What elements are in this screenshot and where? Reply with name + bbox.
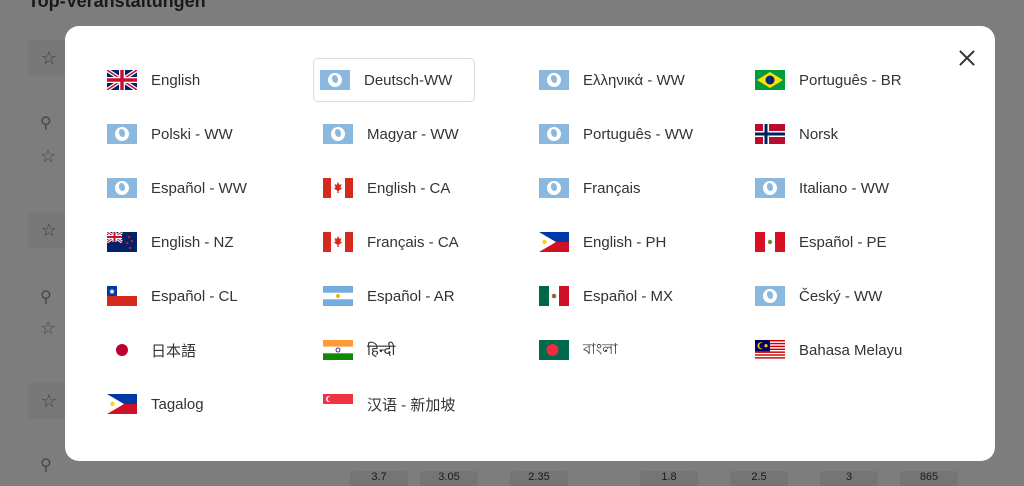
language-grid: English Deutsch-WW Ελληνικά - WW Português …	[105, 58, 969, 436]
flag-ca-icon	[323, 232, 353, 252]
language-label: Bahasa Melayu	[799, 341, 903, 359]
language-label: বাংলা	[583, 340, 618, 358]
language-label: Tagalog	[151, 395, 204, 413]
language-option[interactable]: Český - WW	[753, 274, 969, 318]
language-option[interactable]: Italiano - WW	[753, 166, 969, 210]
language-label: English	[151, 71, 201, 89]
language-label: Deutsch-WW	[364, 71, 453, 89]
globe-icon	[539, 178, 569, 198]
flag-sg-icon	[323, 394, 353, 414]
language-label: Español - PE	[799, 233, 887, 251]
flag-jp-icon	[107, 340, 137, 360]
flag-bd-icon	[539, 340, 569, 360]
flag-br-icon	[755, 70, 785, 90]
globe-icon	[539, 70, 569, 90]
language-label: Português - WW	[583, 125, 694, 143]
language-option[interactable]: Português - WW	[537, 112, 753, 156]
flag-gb-icon	[107, 70, 137, 90]
language-label: Polski - WW	[151, 125, 233, 143]
globe-icon	[755, 286, 785, 306]
language-option[interactable]: Polski - WW	[105, 112, 321, 156]
language-label: Magyar - WW	[367, 125, 459, 143]
flag-in-icon	[323, 340, 353, 360]
language-option[interactable]: Magyar - WW	[321, 112, 537, 156]
language-option[interactable]: English - NZ	[105, 220, 321, 264]
language-option[interactable]: Tagalog	[105, 382, 321, 426]
flag-no-icon	[755, 124, 785, 144]
language-label: English - NZ	[151, 233, 234, 251]
language-label: Español - WW	[151, 179, 247, 197]
language-label: English - PH	[583, 233, 667, 251]
language-label: 汉语 - 新加坡	[367, 396, 456, 414]
language-option[interactable]: Español - AR	[321, 274, 537, 318]
language-label: Ελληνικά - WW	[583, 71, 685, 89]
flag-ca-icon	[323, 178, 353, 198]
language-label: हिन्दी	[367, 342, 396, 359]
language-label: Español - AR	[367, 287, 455, 305]
flag-ph-icon	[107, 394, 137, 414]
language-option[interactable]: Français - CA	[321, 220, 537, 264]
globe-icon	[320, 70, 350, 90]
language-label: 日本語	[151, 342, 197, 360]
flag-my-icon	[755, 340, 785, 360]
flag-ph-icon	[539, 232, 569, 252]
language-option[interactable]: English - CA	[321, 166, 537, 210]
language-option[interactable]: 汉语 - 新加坡	[321, 382, 537, 426]
language-option[interactable]: Norsk	[753, 112, 969, 156]
language-option[interactable]: English	[105, 58, 321, 102]
language-label: English - CA	[367, 179, 451, 197]
flag-pe-icon	[755, 232, 785, 252]
language-option[interactable]: हिन्दी	[321, 328, 537, 372]
language-option[interactable]: Français	[537, 166, 753, 210]
language-option[interactable]: Português - BR	[753, 58, 969, 102]
language-option[interactable]: Español - MX	[537, 274, 753, 318]
language-option[interactable]: Bahasa Melayu	[753, 328, 969, 372]
language-label: Português - BR	[799, 71, 902, 89]
language-option[interactable]: Ελληνικά - WW	[537, 58, 753, 102]
flag-ar-icon	[323, 286, 353, 306]
globe-icon	[755, 178, 785, 198]
language-label: Español - CL	[151, 287, 238, 305]
language-option[interactable]: Español - WW	[105, 166, 321, 210]
flag-mx-icon	[539, 286, 569, 306]
language-label: Español - MX	[583, 287, 674, 305]
language-option[interactable]: 日本語	[105, 328, 321, 372]
globe-icon	[107, 178, 137, 198]
language-label: Norsk	[799, 125, 839, 143]
globe-icon	[323, 124, 353, 144]
globe-icon	[107, 124, 137, 144]
flag-cl-icon	[107, 286, 137, 306]
language-label: Français	[583, 179, 641, 197]
globe-icon	[539, 124, 569, 144]
language-option[interactable]: Deutsch-WW	[313, 58, 475, 102]
language-option[interactable]: Español - CL	[105, 274, 321, 318]
language-option[interactable]: বাংলা	[537, 328, 753, 372]
language-label: Český - WW	[799, 287, 883, 305]
language-label: Français - CA	[367, 233, 459, 251]
language-selector-modal: English Deutsch-WW Ελληνικά - WW Português …	[65, 26, 995, 461]
language-label: Italiano - WW	[799, 179, 890, 197]
flag-nz-icon	[107, 232, 137, 252]
language-option[interactable]: Español - PE	[753, 220, 969, 264]
language-option[interactable]: English - PH	[537, 220, 753, 264]
